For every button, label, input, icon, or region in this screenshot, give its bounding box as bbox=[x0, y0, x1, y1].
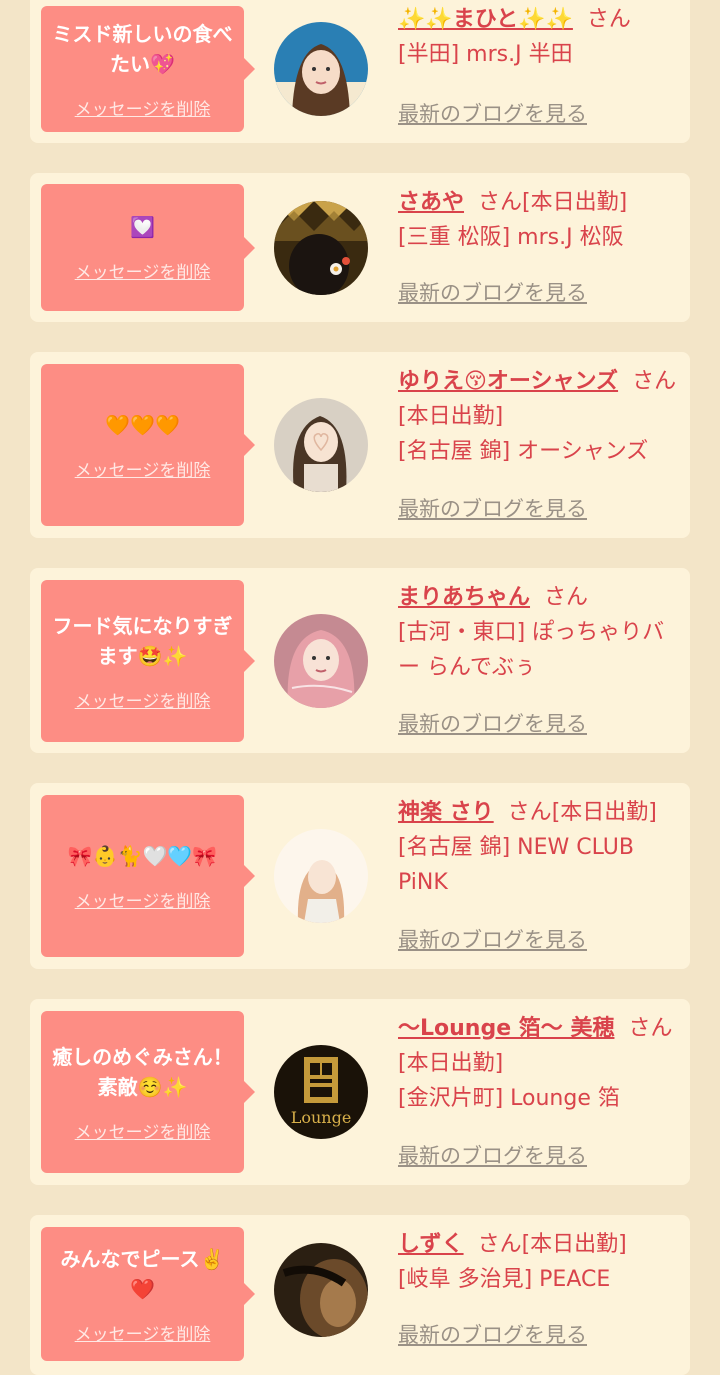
girl-info: しずく さん[本日出勤] [岐阜 多治見] PEACE bbox=[398, 1227, 680, 1297]
message-bubble: 🧡🧡🧡 メッセージを削除 bbox=[41, 364, 255, 526]
latest-blog-link[interactable]: 最新のブログを見る bbox=[398, 1140, 587, 1170]
favorite-card: 💟 メッセージを削除 さあや さん[本日出勤] [三重 松阪] mrs.J 松阪 … bbox=[30, 173, 690, 322]
avatar[interactable]: Lounge bbox=[274, 1045, 368, 1139]
avatar[interactable] bbox=[274, 201, 368, 295]
honorific: さん bbox=[632, 369, 677, 394]
honorific: さん bbox=[477, 1232, 522, 1257]
latest-blog-link[interactable]: 最新のブログを見る bbox=[398, 98, 587, 128]
delete-message-link[interactable]: メッセージを削除 bbox=[75, 1320, 211, 1345]
shop-text: [岐阜 多治見] PEACE bbox=[398, 1267, 611, 1292]
favorites-list: ミスド新しいの食べたい💖 メッセージを削除 ✨✨まひと✨✨ さん [半田] mrs… bbox=[0, 0, 720, 1375]
message-text: ミスド新しいの食べたい💖 bbox=[52, 21, 233, 76]
delete-message-link[interactable]: メッセージを削除 bbox=[75, 1118, 211, 1143]
girl-info: さあや さん[本日出勤] [三重 松阪] mrs.J 松阪 bbox=[398, 185, 680, 255]
girl-info: 神楽 さり さん[本日出勤] [名古屋 錦] NEW CLUB PiNK bbox=[398, 795, 680, 900]
favorite-card: ミスド新しいの食べたい💖 メッセージを削除 ✨✨まひと✨✨ さん [半田] mrs… bbox=[30, 0, 690, 143]
favorite-card: 🧡🧡🧡 メッセージを削除 ゆりえ😚オーシャンズ さん [本日出勤] [名古屋 錦] … bbox=[30, 352, 690, 538]
message-text: 🧡🧡🧡 bbox=[105, 412, 180, 437]
latest-blog-link[interactable]: 最新のブログを見る bbox=[398, 1319, 587, 1349]
status-text: [本日出勤] bbox=[398, 404, 504, 429]
honorific: さん bbox=[586, 7, 631, 32]
delete-message-link[interactable]: メッセージを削除 bbox=[75, 456, 211, 481]
latest-blog-link[interactable]: 最新のブログを見る bbox=[398, 277, 587, 307]
favorite-card: みんなでピース✌️❤️ メッセージを削除 しずく さん[本日出勤] [岐阜 多治見… bbox=[30, 1215, 690, 1375]
avatar[interactable] bbox=[274, 22, 368, 116]
status-text: [本日出勤] bbox=[521, 1232, 627, 1257]
honorific: さん bbox=[507, 800, 552, 825]
message-text: フード気になりすぎます🤩✨ bbox=[52, 613, 233, 668]
girl-name-link[interactable]: 〜Lounge 箔〜 美穂 bbox=[398, 1016, 614, 1041]
message-bubble: みんなでピース✌️❤️ メッセージを削除 bbox=[41, 1227, 255, 1361]
favorite-card: フード気になりすぎます🤩✨ メッセージを削除 まりあちゃん さん [古河・東口] … bbox=[30, 568, 690, 753]
message-text: みんなでピース✌️❤️ bbox=[60, 1246, 225, 1301]
girl-info: ゆりえ😚オーシャンズ さん [本日出勤] [名古屋 錦] オーシャンズ bbox=[398, 364, 680, 469]
status-text: [本日出勤] bbox=[522, 190, 628, 215]
shop-text: [名古屋 錦] オーシャンズ bbox=[398, 439, 649, 464]
shop-text: [名古屋 錦] NEW CLUB PiNK bbox=[398, 835, 634, 895]
message-text: 🎀👶🐈🤍🩵🎀 bbox=[67, 843, 218, 868]
girl-name-link[interactable]: ゆりえ😚オーシャンズ bbox=[398, 369, 618, 394]
delete-message-link[interactable]: メッセージを削除 bbox=[75, 258, 211, 283]
girl-info: 〜Lounge 箔〜 美穂 さん [本日出勤] [金沢片町] Lounge 箔 bbox=[398, 1011, 680, 1116]
latest-blog-link[interactable]: 最新のブログを見る bbox=[398, 924, 587, 954]
avatar[interactable] bbox=[274, 398, 368, 492]
avatar[interactable] bbox=[274, 829, 368, 923]
honorific: さん bbox=[628, 1016, 673, 1041]
message-bubble: 🎀👶🐈🤍🩵🎀 メッセージを削除 bbox=[41, 795, 255, 957]
latest-blog-link[interactable]: 最新のブログを見る bbox=[398, 708, 587, 738]
message-bubble: 癒しのめぐみさん！素敵☺️✨ メッセージを削除 bbox=[41, 1011, 255, 1173]
honorific: さん bbox=[544, 585, 589, 610]
logo-text: Lounge bbox=[291, 1108, 352, 1127]
avatar[interactable] bbox=[274, 614, 368, 708]
favorite-card: 🎀👶🐈🤍🩵🎀 メッセージを削除 神楽 さり さん[本日出勤] [名古屋 錦] NE… bbox=[30, 783, 690, 969]
girl-name-link[interactable]: ✨✨まひと✨✨ bbox=[398, 7, 573, 32]
honorific: さん bbox=[478, 190, 523, 215]
girl-name-link[interactable]: まりあちゃん bbox=[398, 585, 530, 610]
girl-name-link[interactable]: 神楽 さり bbox=[398, 800, 494, 825]
delete-message-link[interactable]: メッセージを削除 bbox=[75, 887, 211, 912]
avatar[interactable] bbox=[274, 1243, 368, 1337]
message-bubble: ミスド新しいの食べたい💖 メッセージを削除 bbox=[41, 6, 255, 132]
girl-name-link[interactable]: さあや bbox=[398, 190, 464, 215]
message-bubble: 💟 メッセージを削除 bbox=[41, 184, 255, 311]
status-text: [本日出勤] bbox=[551, 800, 657, 825]
shop-text: [金沢片町] Lounge 箔 bbox=[398, 1086, 620, 1111]
shop-text: [古河・東口] ぽっちゃりバー らんでぶぅ bbox=[398, 620, 665, 680]
shop-text: [三重 松阪] mrs.J 松阪 bbox=[398, 225, 624, 250]
message-bubble: フード気になりすぎます🤩✨ メッセージを削除 bbox=[41, 580, 255, 742]
delete-message-link[interactable]: メッセージを削除 bbox=[75, 687, 211, 712]
message-text: 癒しのめぐみさん！素敵☺️✨ bbox=[52, 1044, 233, 1099]
girl-name-link[interactable]: しずく bbox=[398, 1232, 464, 1257]
message-text: 💟 bbox=[130, 215, 155, 239]
shop-text: [半田] mrs.J 半田 bbox=[398, 42, 573, 67]
delete-message-link[interactable]: メッセージを削除 bbox=[75, 95, 211, 120]
girl-info: まりあちゃん さん [古河・東口] ぽっちゃりバー らんでぶぅ bbox=[398, 580, 680, 685]
status-text: [本日出勤] bbox=[398, 1051, 504, 1076]
latest-blog-link[interactable]: 最新のブログを見る bbox=[398, 493, 587, 523]
girl-info: ✨✨まひと✨✨ さん [半田] mrs.J 半田 bbox=[398, 2, 680, 72]
favorite-card: 癒しのめぐみさん！素敵☺️✨ メッセージを削除 Lounge 〜Lounge 箔… bbox=[30, 999, 690, 1185]
